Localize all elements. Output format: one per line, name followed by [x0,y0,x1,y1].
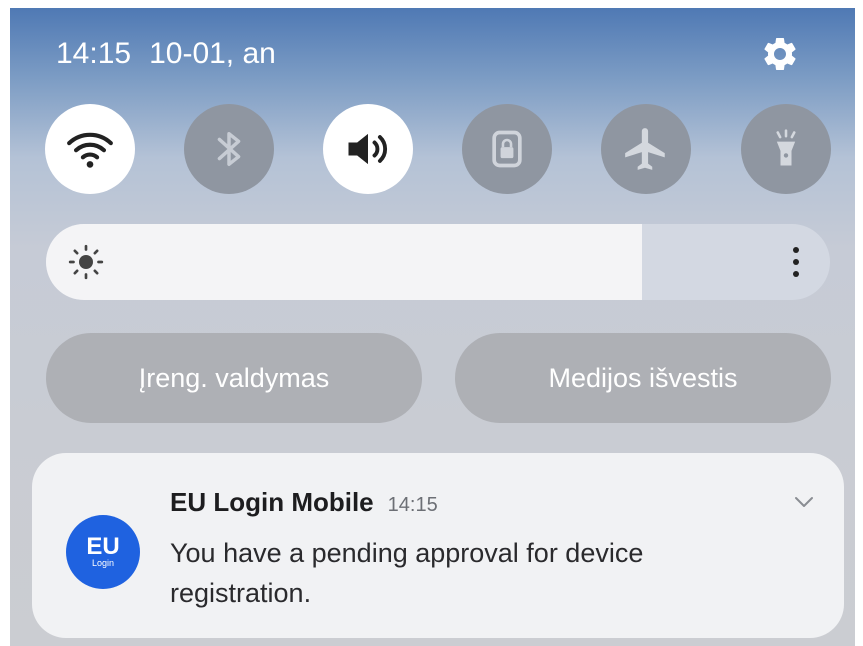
rotation-lock-tile[interactable] [462,104,552,194]
status-time: 14:15 [56,37,132,70]
brightness-sun-icon [68,244,104,280]
wifi-icon [67,132,113,168]
brightness-slider[interactable] [46,224,830,300]
notification-time: 14:15 [387,494,438,516]
notification-shade: 14:15 10-01, an Įreng. valdymas Medijos … [10,8,855,646]
eu-login-app-icon: EU Login [66,515,140,589]
notification-app-name: EU Login Mobile [170,487,374,517]
media-output-button[interactable]: Medijos išvestis [455,333,831,423]
more-vertical-icon [793,247,799,277]
notification-card[interactable]: EU Login EU Login Mobile 14:15 You have … [32,453,844,638]
notification-header: EU Login Mobile 14:15 [170,487,438,518]
lock-icon [492,130,522,168]
brightness-level-fill [46,224,642,300]
quick-settings-tiles [45,104,831,194]
airplane-icon [625,128,665,170]
airplane-tile[interactable] [601,104,691,194]
sound-icon [348,133,388,165]
wifi-tile[interactable] [45,104,135,194]
bluetooth-tile[interactable] [184,104,274,194]
notification-body: You have a pending approval for device r… [170,538,644,608]
status-date: 10-01, an [149,37,276,70]
sound-tile[interactable] [323,104,413,194]
chevron-down-icon [795,497,813,507]
flashlight-tile[interactable] [741,104,831,194]
bluetooth-icon [217,131,241,167]
status-bar: 14:15 10-01, an [56,36,276,72]
device-control-button[interactable]: Įreng. valdymas [46,333,422,423]
settings-button[interactable] [758,32,802,76]
brightness-more-options-button[interactable] [784,242,808,282]
app-icon-text-big: EU [86,533,120,560]
flashlight-icon [776,129,796,166]
app-icon-text-small: Login [91,558,115,568]
gear-icon [764,37,796,70]
notification-expand-button[interactable] [790,491,818,513]
